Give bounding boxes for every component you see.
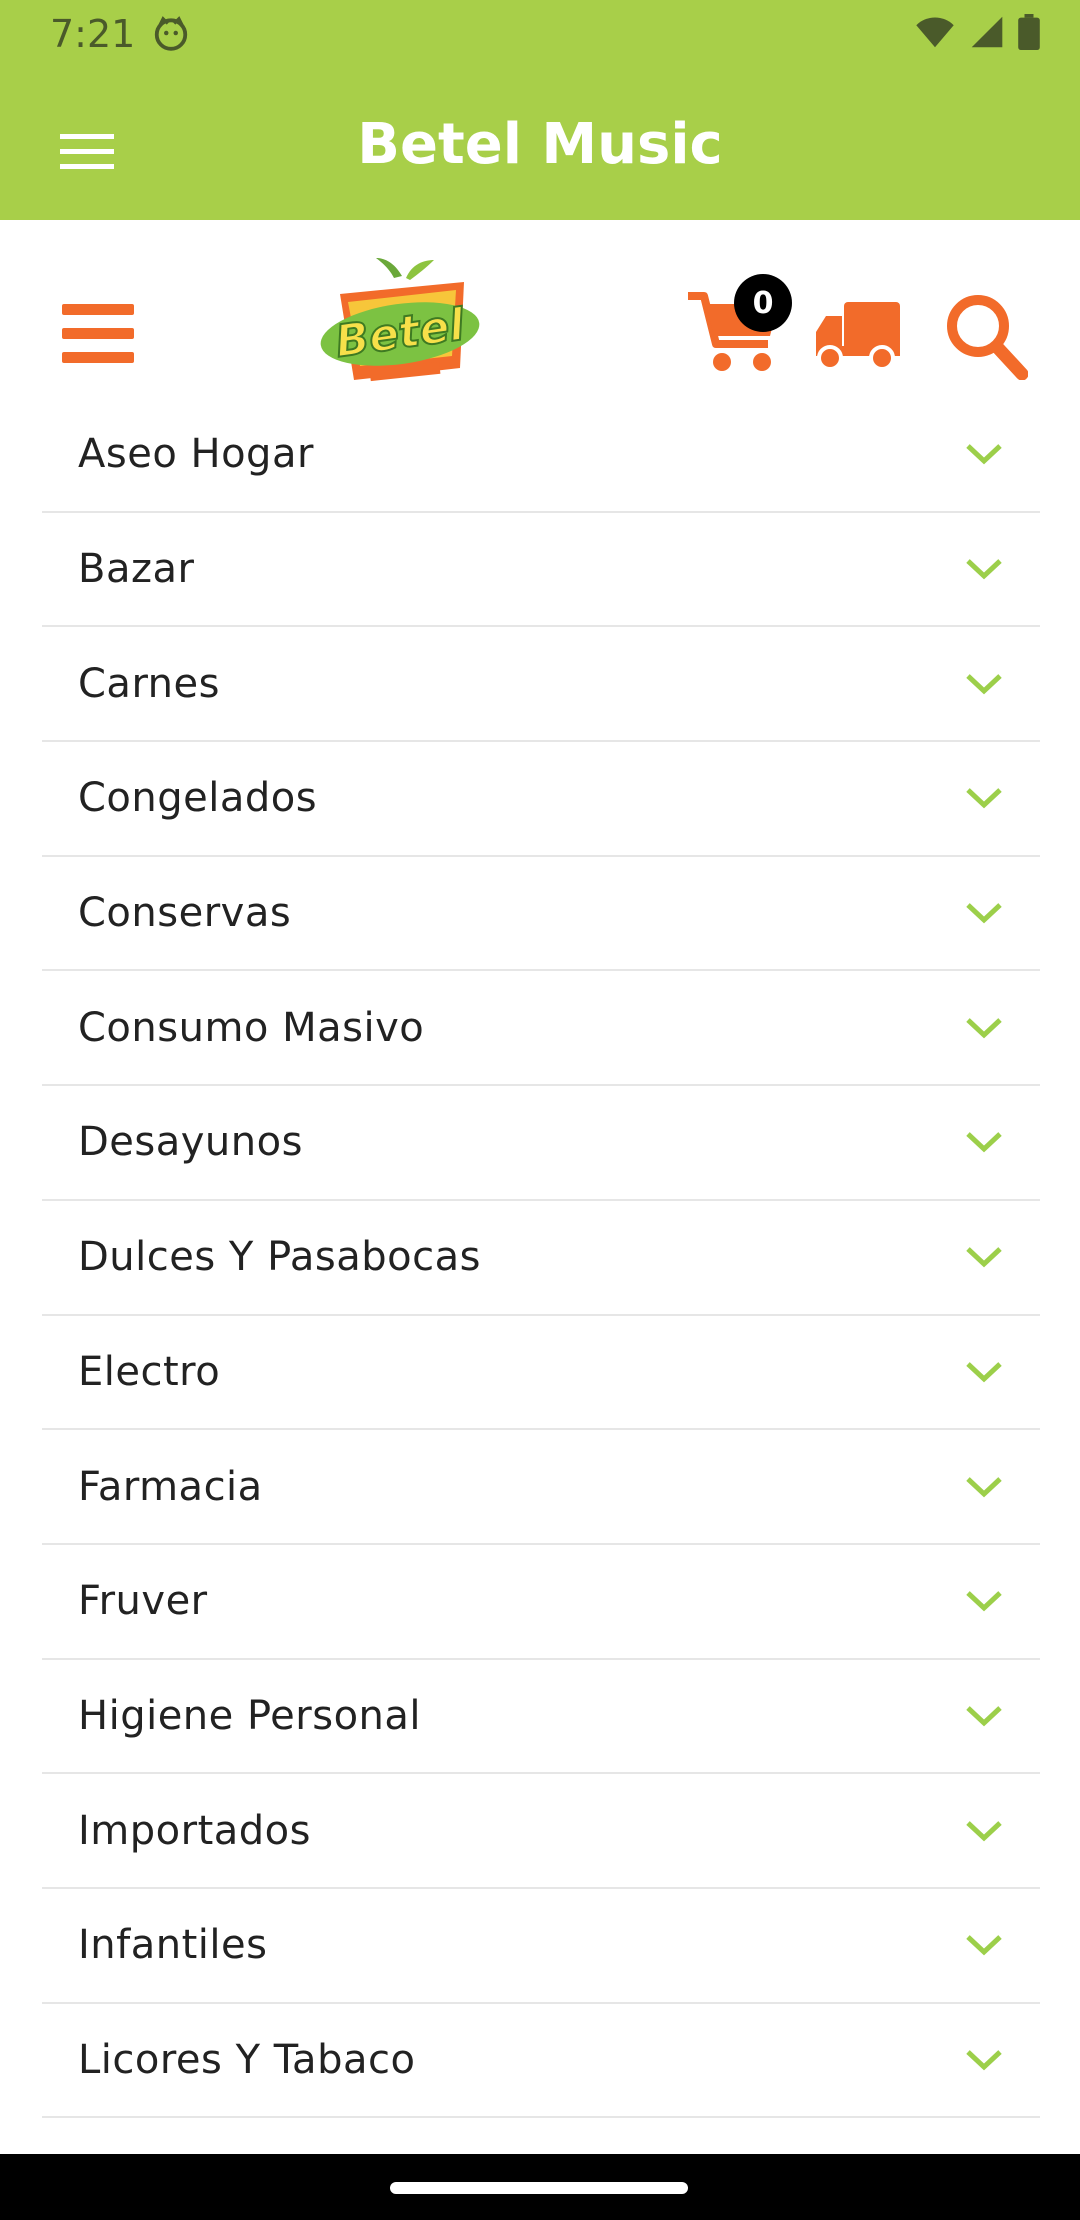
chevron-down-icon[interactable] bbox=[964, 1932, 1004, 1958]
chevron-down-icon[interactable] bbox=[964, 671, 1004, 697]
status-icons bbox=[914, 14, 1040, 50]
category-label: Dulces Y Pasabocas bbox=[78, 1234, 481, 1281]
signal-icon bbox=[971, 16, 1003, 48]
category-label: Congelados bbox=[78, 775, 318, 822]
category-item[interactable]: Bazar bbox=[42, 513, 1040, 628]
category-list: Aseo Hogar Bazar Carnes Congelados Conse… bbox=[42, 398, 1040, 2119]
chevron-down-icon[interactable] bbox=[964, 1244, 1004, 1270]
chevron-down-icon[interactable] bbox=[964, 1474, 1004, 1500]
app-bar: 7:21 Betel Music bbox=[0, 0, 1080, 220]
category-label: Electro bbox=[78, 1348, 221, 1395]
category-item[interactable]: Higiene Personal bbox=[42, 1660, 1040, 1775]
category-label: Bazar bbox=[78, 546, 195, 593]
chevron-down-icon[interactable] bbox=[964, 785, 1004, 811]
category-item[interactable]: Desayunos bbox=[42, 1086, 1040, 1201]
hamburger-menu-icon[interactable] bbox=[62, 302, 136, 366]
category-item[interactable]: Importados bbox=[42, 1774, 1040, 1889]
chevron-down-icon[interactable] bbox=[964, 1129, 1004, 1155]
category-label: Carnes bbox=[78, 660, 220, 707]
category-item[interactable]: Congelados bbox=[42, 742, 1040, 857]
battery-icon bbox=[1018, 14, 1040, 50]
category-label: Fruver bbox=[78, 1578, 208, 1625]
chevron-down-icon[interactable] bbox=[964, 900, 1004, 926]
search-icon[interactable] bbox=[944, 292, 1028, 380]
category-item[interactable]: Fruver bbox=[42, 1545, 1040, 1660]
category-label: Licores Y Tabaco bbox=[78, 2036, 416, 2083]
chevron-down-icon[interactable] bbox=[964, 1359, 1004, 1385]
betel-logo[interactable]: Betel bbox=[314, 256, 484, 390]
category-item[interactable]: Infantiles bbox=[42, 1889, 1040, 2004]
category-label: Importados bbox=[78, 1807, 311, 1854]
category-label: Consumo Masivo bbox=[78, 1004, 425, 1051]
category-label: Farmacia bbox=[78, 1463, 263, 1510]
category-item[interactable]: Licores Y Tabaco bbox=[42, 2004, 1040, 2119]
category-label: Conservas bbox=[78, 890, 292, 937]
app-title: Betel Music bbox=[357, 112, 723, 177]
category-item[interactable]: Consumo Masivo bbox=[42, 971, 1040, 1087]
category-item[interactable]: Carnes bbox=[42, 627, 1040, 743]
cat-icon bbox=[154, 16, 188, 51]
chevron-down-icon[interactable] bbox=[964, 1015, 1004, 1041]
category-label: Aseo Hogar bbox=[78, 431, 314, 478]
category-item[interactable]: Conservas bbox=[42, 857, 1040, 972]
chevron-down-icon[interactable] bbox=[964, 1818, 1004, 1844]
category-label: Higiene Personal bbox=[78, 1692, 422, 1739]
chevron-down-icon[interactable] bbox=[964, 1703, 1004, 1729]
wifi-icon bbox=[916, 17, 954, 48]
home-gesture-handle[interactable] bbox=[390, 2182, 688, 2194]
category-item[interactable]: Farmacia bbox=[42, 1430, 1040, 1545]
category-label: Desayunos bbox=[78, 1119, 303, 1166]
category-item[interactable]: Electro bbox=[42, 1316, 1040, 1431]
chevron-down-icon[interactable] bbox=[964, 2047, 1004, 2073]
category-label: Infantiles bbox=[78, 1922, 268, 1969]
site-header bbox=[0, 220, 1080, 420]
chevron-down-icon[interactable] bbox=[964, 556, 1004, 582]
status-time: 7:21 bbox=[50, 12, 136, 56]
category-item[interactable]: Aseo Hogar bbox=[42, 398, 1040, 513]
chevron-down-icon[interactable] bbox=[964, 441, 1004, 467]
chevron-down-icon[interactable] bbox=[964, 1588, 1004, 1614]
cart-count-badge: 0 bbox=[734, 274, 792, 332]
category-item[interactable]: Dulces Y Pasabocas bbox=[42, 1201, 1040, 1316]
delivery-truck-icon[interactable] bbox=[816, 302, 900, 372]
